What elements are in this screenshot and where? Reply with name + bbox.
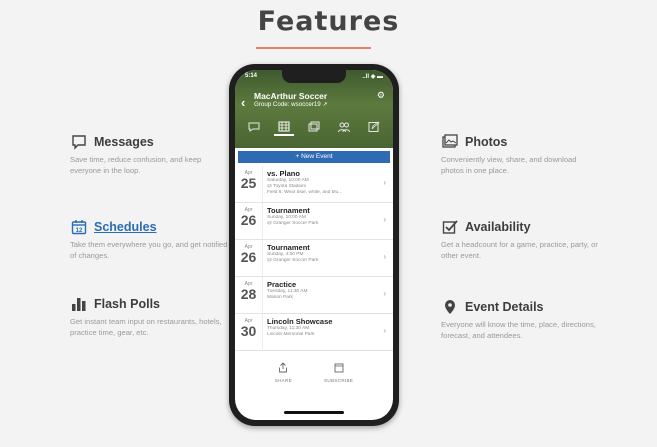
event-row[interactable]: Apr 28 Practice Tuesday, 11:30 AM Marion… — [235, 277, 393, 314]
event-day: 26 — [240, 212, 257, 228]
event-day: 26 — [240, 249, 257, 265]
event-name: Lincoln Showcase — [267, 317, 333, 326]
event-info: Tournament Sunday, 10:00 AM @ Granger So… — [263, 203, 377, 239]
chevron-right-icon: › — [383, 178, 386, 187]
feature-schedules[interactable]: 12 Schedules Take them everywhere you go… — [70, 218, 230, 261]
gear-icon[interactable]: ⚙ — [377, 90, 385, 101]
feature-description: Take them everywhere you go, and get not… — [70, 240, 228, 260]
share-button[interactable]: SHARE — [275, 362, 292, 383]
share-label: SHARE — [274, 378, 293, 383]
back-arrow-icon[interactable]: ‹ — [241, 95, 245, 110]
event-row[interactable]: Apr 26 Tournament Sunday, 10:00 AM @ Gra… — [235, 203, 393, 240]
event-name: Tournament — [267, 206, 310, 215]
event-date: Apr 30 — [235, 314, 263, 350]
calendar-subscribe-icon — [334, 362, 344, 375]
chevron-right-icon: › — [383, 326, 386, 335]
phone-notch — [282, 70, 346, 83]
group-name: MacArthur Soccer — [254, 91, 328, 101]
chat-icon — [248, 122, 260, 132]
feature-label: Photos — [465, 135, 508, 149]
event-day: 25 — [240, 175, 257, 191]
edit-icon — [368, 121, 380, 132]
feature-description: Get instant team input on restaurants, h… — [70, 317, 222, 337]
checkbox-icon — [441, 218, 459, 236]
subscribe-button[interactable]: SUBSCRIBE — [324, 362, 353, 383]
new-event-button[interactable]: + New Event — [238, 151, 390, 163]
chevron-right-icon: › — [383, 252, 386, 261]
status-icons: ..ll ◈ ▬ — [362, 74, 383, 80]
tab-schedule[interactable] — [274, 118, 294, 136]
event-note: Field 8, Wear blue, white, and blu... — [267, 190, 343, 196]
event-info: Practice Tuesday, 11:30 AM Marion Park — [263, 277, 377, 313]
event-location: @ Granger Soccer Park — [267, 221, 319, 227]
feature-description: Conveniently view, share, and download p… — [441, 155, 577, 175]
feature-photos[interactable]: Photos Conveniently view, share, and dow… — [441, 133, 601, 176]
event-actions: SHARE SUBSCRIBE — [235, 362, 393, 383]
event-location: Lincoln Memorial Park — [267, 332, 315, 338]
feature-event-details[interactable]: Event Details Everyone will know the tim… — [441, 298, 601, 341]
feature-label: Schedules — [94, 220, 157, 234]
tab-members[interactable] — [334, 118, 354, 136]
bar-chart-icon — [70, 295, 88, 313]
event-date: Apr 26 — [235, 203, 263, 239]
photos-tab-icon — [308, 121, 320, 132]
feature-messages[interactable]: Messages Save time, reduce confusion, an… — [70, 133, 230, 176]
event-name: Tournament — [267, 243, 310, 252]
feature-label: Messages — [94, 135, 154, 149]
feature-label: Flash Polls — [94, 297, 160, 311]
event-name: Practice — [267, 280, 297, 289]
event-date: Apr 26 — [235, 240, 263, 276]
event-name: vs. Plano — [267, 169, 300, 178]
chat-bubble-icon — [70, 133, 88, 151]
event-row[interactable]: Apr 25 vs. Plano Saturday, 10:00 AM @ To… — [235, 166, 393, 203]
event-row[interactable]: Apr 26 Tournament Sunday, 4:00 PM @ Gran… — [235, 240, 393, 277]
event-row[interactable]: Apr 30 Lincoln Showcase Thursday, 11:30 … — [235, 314, 393, 351]
feature-label: Event Details — [465, 300, 544, 314]
share-icon — [278, 362, 288, 375]
home-indicator — [284, 411, 344, 414]
event-day: 30 — [240, 323, 257, 339]
feature-availability[interactable]: Availability Get a headcount for a game,… — [441, 218, 601, 261]
feature-description: Save time, reduce confusion, and keep ev… — [70, 155, 202, 175]
event-day: 28 — [240, 286, 257, 302]
event-location: Marion Park — [267, 295, 293, 301]
status-time: 5:14 — [245, 73, 258, 79]
people-icon — [338, 122, 350, 133]
event-info: vs. Plano Saturday, 10:00 AM @ Toyota St… — [263, 166, 377, 202]
chevron-right-icon: › — [383, 215, 386, 224]
tab-notes[interactable] — [364, 118, 384, 136]
svg-text:12: 12 — [76, 228, 83, 234]
calendar-icon: 12 — [70, 218, 88, 236]
event-info: Tournament Sunday, 4:00 PM @ Granger Soc… — [263, 240, 377, 276]
subscribe-label: SUBSCRIBE — [324, 378, 354, 383]
calendar-grid-icon — [278, 121, 290, 132]
page-title: Features — [257, 6, 400, 37]
feature-label: Availability — [465, 220, 531, 234]
feature-flash-polls[interactable]: Flash Polls Get instant team input on re… — [70, 295, 230, 338]
event-location: @ Granger Soccer Park — [267, 258, 319, 264]
feature-description: Everyone will know the time, place, dire… — [441, 320, 596, 340]
feature-description: Get a headcount for a game, practice, pa… — [441, 240, 598, 260]
event-date: Apr 25 — [235, 166, 263, 202]
event-info: Lincoln Showcase Thursday, 11:30 AM Linc… — [263, 314, 377, 350]
phone-mockup: 5:14 ..ll ◈ ▬ ‹ MacArthur Soccer Group C… — [229, 64, 399, 426]
chevron-right-icon: › — [383, 289, 386, 298]
event-date: Apr 28 — [235, 277, 263, 313]
photos-icon — [441, 133, 459, 151]
tab-messages[interactable] — [244, 118, 264, 136]
group-code[interactable]: Group Code: wsoccer19 ↗ — [254, 101, 328, 108]
tab-photos[interactable] — [304, 118, 324, 136]
phone-screen: 5:14 ..ll ◈ ▬ ‹ MacArthur Soccer Group C… — [235, 70, 393, 420]
map-pin-icon — [441, 298, 459, 316]
app-tab-bar — [235, 118, 393, 136]
title-divider — [256, 47, 371, 49]
event-list: Apr 25 vs. Plano Saturday, 10:00 AM @ To… — [235, 166, 393, 351]
